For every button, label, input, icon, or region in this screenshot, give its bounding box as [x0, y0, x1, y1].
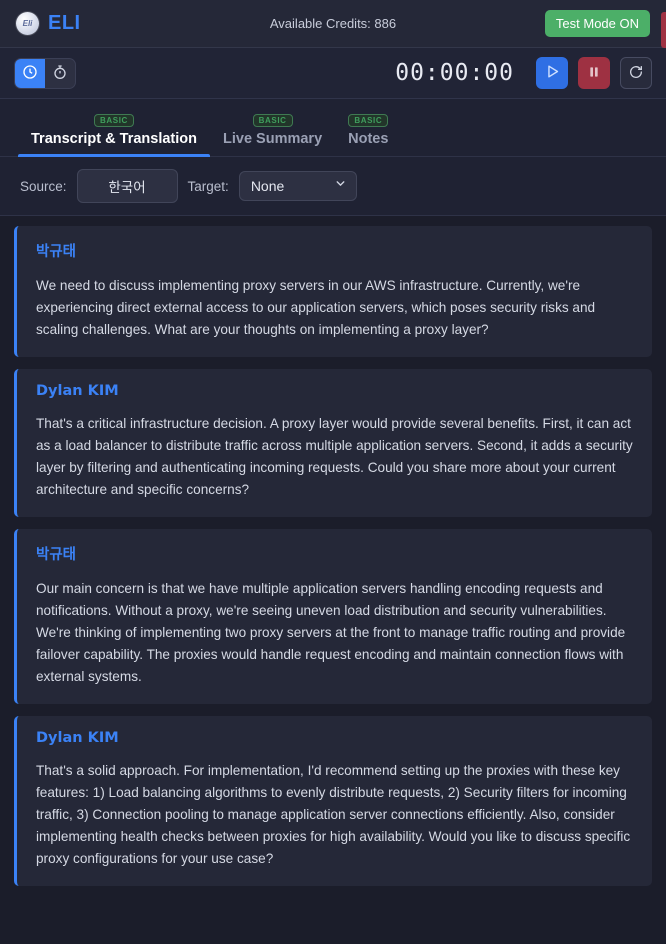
app-window: Eli ELI Available Credits: 886 Test Mode… [0, 0, 666, 944]
transcript-message: 박규태 We need to discuss implementing prox… [14, 226, 652, 358]
stopwatch-mode-button[interactable] [45, 59, 75, 88]
tab-badge: BASIC [348, 114, 389, 127]
clock-icon [22, 64, 38, 83]
tab-badge: BASIC [252, 114, 293, 127]
pause-button[interactable] [578, 57, 610, 89]
logo-inner-text: Eli [22, 19, 33, 28]
mode-toggle-group [14, 57, 76, 89]
tab-label: Notes [348, 131, 389, 147]
transcript-message: Dylan KIM That's a solid approach. For i… [14, 716, 652, 887]
source-language-label: Source: [20, 178, 67, 194]
tab-label: Transcript & Translation [31, 131, 197, 147]
stopwatch-icon [52, 64, 68, 83]
message-text: That's a solid approach. For implementat… [36, 763, 631, 867]
tab-live-summary[interactable]: BASIC Live Summary [210, 114, 335, 156]
message-speaker: 박규태 [36, 547, 77, 564]
clock-mode-button[interactable] [15, 58, 45, 88]
message-text: That's a critical infrastructure decisio… [36, 416, 633, 498]
tab-label: Live Summary [223, 131, 323, 147]
transcript-message: Dylan KIM That's a critical infrastructu… [14, 369, 652, 518]
top-header-bar: Eli ELI Available Credits: 886 Test Mode… [0, 0, 666, 48]
target-language-label: Target: [187, 178, 229, 194]
tab-transcript-translation[interactable]: BASIC Transcript & Translation [18, 114, 210, 157]
reset-button[interactable] [620, 57, 652, 89]
transcript-message-list[interactable]: 박규태 We need to discuss implementing prox… [0, 216, 666, 944]
message-text: We need to discuss implementing proxy se… [36, 278, 596, 338]
message-speaker: Dylan KIM [36, 383, 119, 400]
session-timer: 00:00:00 [395, 60, 514, 86]
tab-bar: BASIC Transcript & Translation BASIC Liv… [0, 99, 666, 157]
target-language-select-wrap: None [238, 171, 357, 201]
pause-icon [586, 64, 602, 83]
test-mode-toggle-button[interactable]: Test Mode ON [544, 10, 650, 37]
target-language-select[interactable]: None [238, 171, 357, 201]
message-speaker: Dylan KIM [36, 730, 119, 747]
refresh-icon [628, 64, 644, 83]
brand: Eli ELI [16, 12, 81, 35]
tab-badge: BASIC [94, 114, 134, 127]
source-language-field[interactable]: 한국어 [76, 169, 178, 203]
recording-control-bar: 00:00:00 [0, 48, 666, 99]
transcript-message: 박규태 Our main concern is that we have mul… [14, 529, 652, 705]
app-title: ELI [48, 12, 81, 34]
tab-notes[interactable]: BASIC Notes [335, 114, 401, 156]
message-speaker: 박규태 [36, 244, 77, 260]
right-edge-red-tab[interactable] [661, 12, 666, 48]
play-button[interactable] [536, 57, 568, 89]
eli-circle-logo-icon: Eli [16, 12, 39, 35]
play-icon [544, 63, 561, 83]
message-text: Our main concern is that we have multipl… [36, 581, 626, 685]
language-selection-bar: Source: 한국어 Target: None [0, 157, 666, 216]
